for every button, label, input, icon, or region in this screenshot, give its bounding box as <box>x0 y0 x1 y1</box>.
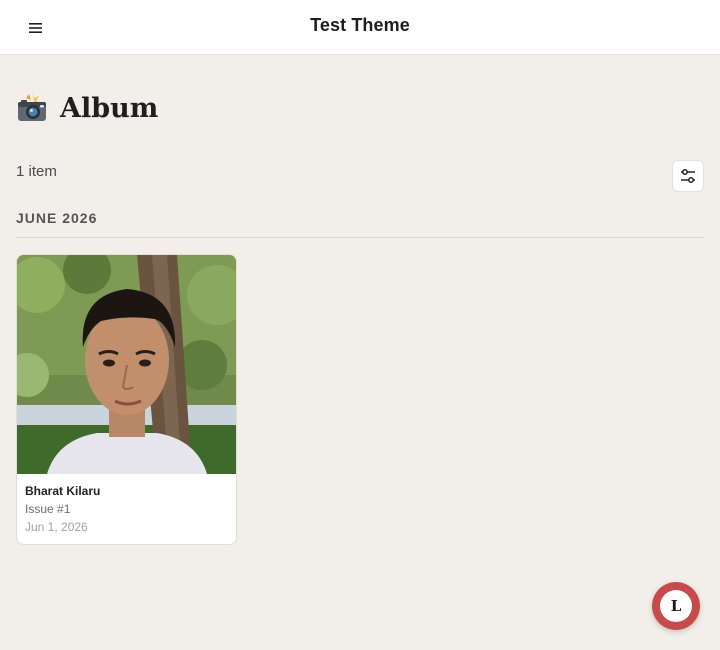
logo-badge: L <box>660 590 692 622</box>
page-title: Album <box>60 92 159 124</box>
site-title[interactable]: Test Theme <box>0 15 720 36</box>
floating-action-button[interactable]: L <box>652 582 700 630</box>
album-card[interactable]: Bharat Kilaru Issue #1 Jun 1, 2026 <box>16 254 237 545</box>
divider <box>16 237 704 238</box>
card-issue: Issue #1 <box>25 502 71 516</box>
filter-button[interactable] <box>672 160 704 192</box>
top-bar: Test Theme <box>0 0 720 55</box>
camera-with-flash-icon <box>18 93 46 121</box>
sliders-filter-icon <box>681 169 695 183</box>
card-title: Bharat Kilaru <box>25 484 101 498</box>
item-count: 1 item <box>16 163 57 180</box>
card-date: Jun 1, 2026 <box>25 520 88 534</box>
page-heading: Album <box>16 88 158 128</box>
month-group-label: JUNE 2026 <box>16 210 98 226</box>
portrait-photo <box>17 255 236 474</box>
